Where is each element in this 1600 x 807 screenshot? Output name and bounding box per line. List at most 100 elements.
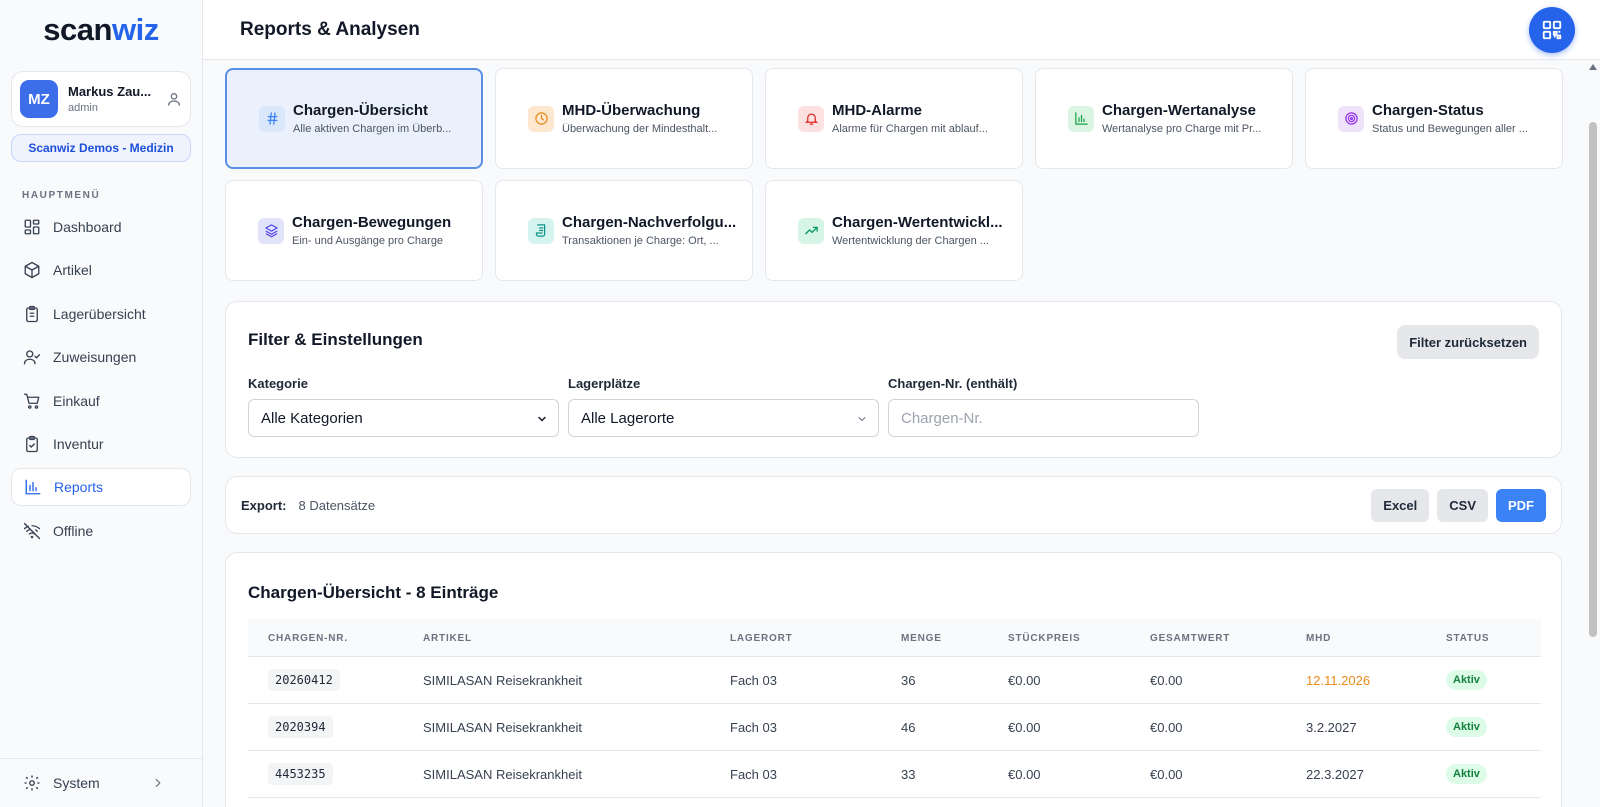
sidebar-item-dashboard[interactable]: Dashboard: [11, 208, 191, 246]
report-card-chargen-nachverfolgung[interactable]: Chargen-Nachverfolgu... Transaktionen je…: [495, 180, 753, 281]
user-card[interactable]: MZ Markus Zau... admin: [11, 71, 191, 127]
column-header[interactable]: LAGERORT: [730, 633, 793, 644]
batch-placeholder: Chargen-Nr.: [901, 409, 983, 427]
report-title: Chargen-Nachverfolgu...: [562, 214, 737, 231]
logo-text-main: scan: [43, 12, 112, 47]
report-icon-wrap: [798, 105, 824, 132]
filter-panel: Filter & Einstellungen Filter zurücksetz…: [225, 301, 1562, 458]
sidebar-item-einkauf[interactable]: Einkauf: [11, 382, 191, 420]
report-card-mhd-ueberwachung[interactable]: MHD-Überwachung Überwachung der Mindesth…: [495, 68, 753, 169]
storage-select[interactable]: Alle Lagerorte: [568, 399, 879, 437]
mhd-cell: 12.11.2026: [1306, 673, 1371, 688]
report-desc: Transaktionen je Charge: Ort, ...: [562, 235, 719, 247]
export-pdf-button[interactable]: PDF: [1496, 489, 1546, 522]
sidebar-item-label: System: [53, 775, 100, 791]
chevron-right-icon: [155, 778, 161, 788]
sidebar-item-inventur[interactable]: Inventur: [11, 425, 191, 463]
export-csv-button[interactable]: CSV: [1437, 489, 1488, 522]
batch-input[interactable]: Chargen-Nr.: [888, 399, 1199, 437]
sidebar-item-offline[interactable]: Offline: [11, 512, 191, 550]
export-panel: Export: 8 Datensätze Excel CSV PDF: [225, 476, 1562, 534]
unit-price-cell: €0.00: [1008, 673, 1041, 688]
filter-title: Filter & Einstellungen: [248, 330, 423, 349]
report-card-chargen-bewegungen[interactable]: Chargen-Bewegungen Ein- und Ausgänge pro…: [225, 180, 483, 281]
sidebar-item-lageruebersicht[interactable]: Lagerübersicht: [11, 295, 191, 333]
table-row[interactable]: 4453235 SIMILASAN Reisekrankheit Fach 03…: [248, 751, 1541, 798]
report-icon-wrap: [1068, 105, 1094, 132]
batch-number: 2020394: [268, 716, 333, 738]
user-check-icon: [23, 350, 41, 365]
column-header[interactable]: GESAMTWERT: [1150, 633, 1230, 644]
report-card-mhd-alarme[interactable]: MHD-Alarme Alarme für Chargen mit ablauf…: [765, 68, 1023, 169]
table-row[interactable]: 20260412 SIMILASAN Reisekrankheit Fach 0…: [248, 657, 1541, 704]
sidebar-item-reports[interactable]: Reports: [11, 468, 191, 507]
report-desc: Wertanalyse pro Charge mit Pr...: [1102, 123, 1262, 135]
report-card-chargen-status[interactable]: Chargen-Status Status und Bewegungen all…: [1305, 68, 1563, 169]
column-header[interactable]: CHARGEN-NR.: [268, 633, 348, 644]
report-desc: Ein- und Ausgänge pro Charge: [292, 235, 444, 247]
avatar: MZ: [20, 80, 58, 118]
location-cell: Fach 03: [730, 720, 777, 735]
sidebar-item-system[interactable]: System: [0, 758, 203, 807]
logo[interactable]: scan wiz: [0, 0, 202, 60]
status-badge: Aktiv: [1446, 717, 1487, 737]
article-cell: SIMILASAN Reisekrankheit: [423, 767, 582, 782]
logo-text-accent: wiz: [111, 12, 159, 47]
sidebar-item-label: Einkauf: [53, 392, 100, 409]
column-header[interactable]: MHD: [1306, 633, 1331, 644]
column-header[interactable]: STÜCKPREIS: [1008, 633, 1080, 644]
column-header[interactable]: STATUS: [1446, 633, 1489, 644]
column-header[interactable]: ARTIKEL: [423, 633, 472, 644]
sidebar-item-label: Zuweisungen: [53, 349, 137, 366]
batch-label: Chargen-Nr. (enthält): [888, 376, 1018, 391]
user-icon[interactable]: [166, 91, 182, 107]
sidebar-item-artikel[interactable]: Artikel: [11, 251, 191, 289]
report-icon-wrap: [258, 217, 284, 244]
category-field: Kategorie Alle Kategorien: [248, 376, 559, 437]
cart-icon: [23, 393, 40, 409]
page-title: Reports & Analysen: [240, 19, 420, 40]
scroll-up-arrow[interactable]: [1589, 64, 1597, 70]
table-panel: Chargen-Übersicht - 8 Einträge CHARGEN-N…: [225, 552, 1562, 807]
category-label: Kategorie: [248, 376, 308, 391]
report-icon-wrap: [1338, 105, 1364, 132]
article-cell: SIMILASAN Reisekrankheit: [423, 673, 582, 688]
storage-label: Lagerplätze: [568, 376, 641, 391]
report-icon-wrap: [528, 105, 554, 132]
batch-field: Chargen-Nr. (enthält) Chargen-Nr.: [888, 376, 1199, 437]
scroll-thumb[interactable]: [1589, 122, 1597, 637]
batch-number: 20260412: [268, 669, 340, 691]
clock-icon: [534, 112, 548, 125]
tenant-selector[interactable]: Scanwiz Demos - Medizin: [11, 134, 191, 162]
nav-section-label: HAUPTMENÜ: [22, 190, 101, 201]
chevron-down-icon: [858, 417, 866, 422]
qr-scan-button[interactable]: [1529, 7, 1575, 53]
column-header[interactable]: MENGE: [901, 633, 942, 644]
location-cell: Fach 03: [730, 673, 777, 688]
qr-code-icon: [1542, 20, 1562, 40]
report-card-chargen-uebersicht[interactable]: Chargen-Übersicht Alle aktiven Chargen i…: [225, 68, 483, 169]
table-row[interactable]: 2020394 SIMILASAN Reisekrankheit Fach 03…: [248, 704, 1541, 751]
storage-field: Lagerplätze Alle Lagerorte: [568, 376, 879, 437]
report-title: Chargen-Bewegungen: [292, 214, 452, 231]
report-card-chargen-wertanalyse[interactable]: Chargen-Wertanalyse Wertanalyse pro Char…: [1035, 68, 1293, 169]
sidebar-item-label: Lagerübersicht: [53, 305, 146, 322]
sidebar-item-label: Offline: [53, 522, 94, 539]
report-card-chargen-wertentwicklung[interactable]: Chargen-Wertentwickl... Wertentwicklung …: [765, 180, 1023, 281]
total-value-cell: €0.00: [1150, 720, 1183, 735]
status-badge: Aktiv: [1446, 764, 1487, 784]
category-select[interactable]: Alle Kategorien: [248, 399, 559, 437]
hash-icon: [267, 112, 277, 125]
location-cell: Fach 03: [730, 767, 777, 782]
article-cell: SIMILASAN Reisekrankheit: [423, 720, 582, 735]
status-badge: Aktiv: [1446, 670, 1487, 690]
sidebar-item-zuweisungen[interactable]: Zuweisungen: [11, 338, 191, 376]
table-header: CHARGEN-NR. ARTIKEL LAGERORT MENGE STÜCK…: [248, 619, 1541, 657]
export-excel-button[interactable]: Excel: [1371, 489, 1430, 522]
table-title: Chargen-Übersicht - 8 Einträge: [248, 583, 499, 602]
report-desc: Status und Bewegungen aller ...: [1372, 123, 1528, 135]
main-scrollbar[interactable]: [1586, 60, 1600, 807]
category-value: Alle Kategorien: [261, 409, 363, 427]
reset-filters-button[interactable]: Filter zurücksetzen: [1397, 325, 1539, 359]
mhd-cell: 3.2.2027: [1306, 720, 1357, 735]
